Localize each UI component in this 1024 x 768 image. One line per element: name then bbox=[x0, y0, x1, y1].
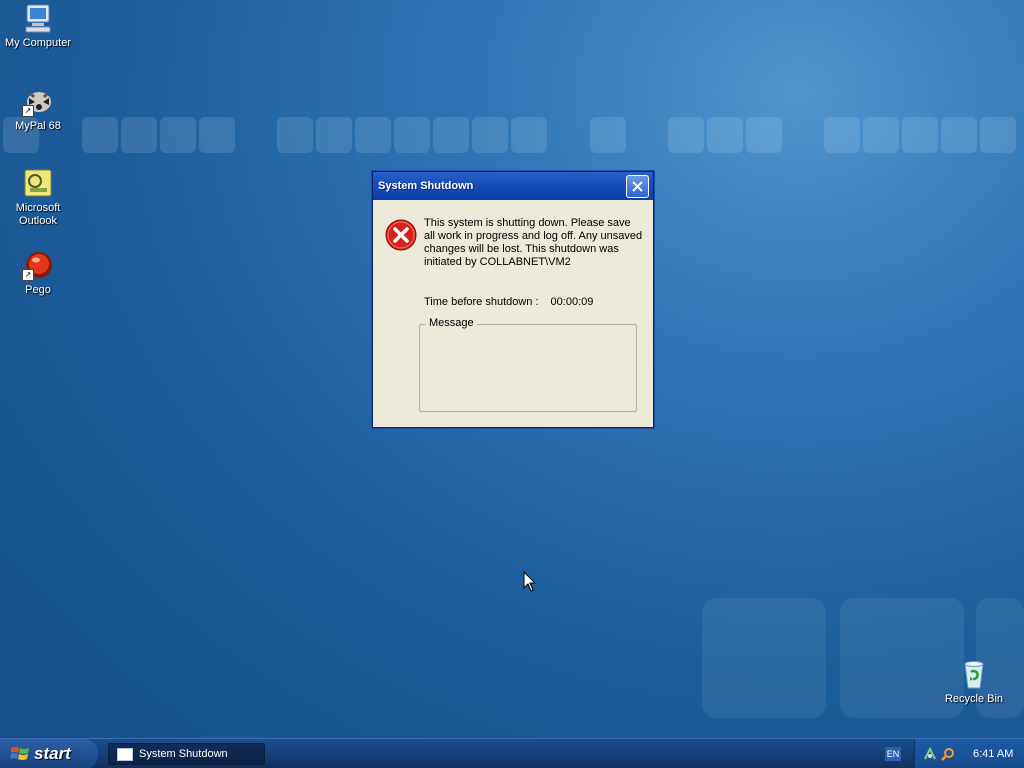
message-group: Message bbox=[419, 317, 637, 412]
desktop-icon-recycle-bin[interactable]: Recycle Bin bbox=[936, 658, 1012, 706]
mypal-icon: ↗ bbox=[22, 85, 54, 117]
error-icon bbox=[385, 219, 417, 256]
taskbar-item-label: System Shutdown bbox=[139, 748, 228, 760]
close-icon bbox=[632, 180, 643, 192]
desktop-icon-outlook[interactable]: Microsoft Outlook bbox=[0, 167, 76, 228]
start-label: start bbox=[34, 744, 71, 763]
my-computer-icon bbox=[22, 2, 54, 34]
clock[interactable]: 6:41 AM bbox=[973, 748, 1013, 760]
desktop-icon-pego[interactable]: ↗ Pego bbox=[0, 249, 76, 297]
dialog-titlebar[interactable]: System Shutdown bbox=[373, 172, 653, 200]
windows-logo-icon bbox=[10, 747, 29, 760]
shutdown-message: This system is shutting down. Please sav… bbox=[424, 217, 643, 268]
desktop-icon-label: MyPal 68 bbox=[15, 120, 61, 132]
recycle-bin-icon bbox=[958, 658, 990, 690]
dialog-body: This system is shutting down. Please sav… bbox=[373, 200, 653, 426]
desktop-decoration bbox=[0, 117, 1024, 154]
outlook-icon bbox=[22, 167, 54, 199]
taskbar-item-system-shutdown[interactable]: System Shutdown bbox=[108, 743, 265, 765]
close-button[interactable] bbox=[626, 174, 649, 198]
taskbar: start System Shutdown EN 6:41 AM bbox=[0, 738, 1024, 768]
language-indicator[interactable]: EN bbox=[885, 747, 901, 761]
time-label: Time before shutdown : bbox=[424, 296, 539, 308]
desktop-icon-label: Pego bbox=[25, 284, 51, 296]
window-icon bbox=[117, 747, 133, 761]
desktop-icon-mypal[interactable]: ↗ MyPal 68 bbox=[0, 85, 76, 133]
network-icon[interactable] bbox=[923, 747, 937, 761]
desktop-icon-label: Microsoft Outlook bbox=[15, 202, 61, 227]
shutdown-dialog: System Shutdown This system is shutting … bbox=[372, 171, 654, 428]
shortcut-arrow-icon: ↗ bbox=[22, 105, 34, 117]
search-icon[interactable] bbox=[941, 747, 955, 761]
desktop-decoration-square bbox=[702, 598, 826, 718]
shortcut-arrow-icon: ↗ bbox=[22, 269, 34, 281]
start-button[interactable]: start bbox=[0, 739, 98, 768]
time-value: 00:00:09 bbox=[550, 296, 594, 308]
pego-icon: ↗ bbox=[22, 249, 54, 281]
time-before-shutdown: Time before shutdown : 00:00:09 bbox=[424, 296, 593, 308]
desktop-icon-label: My Computer bbox=[4, 37, 72, 49]
desktop-icon-label: Recycle Bin bbox=[944, 693, 1004, 705]
mouse-pointer-icon bbox=[523, 570, 537, 598]
system-tray: 6:41 AM bbox=[914, 739, 1024, 768]
message-group-label: Message bbox=[426, 317, 477, 329]
desktop-icon-my-computer[interactable]: My Computer bbox=[0, 2, 76, 50]
dialog-title: System Shutdown bbox=[378, 180, 474, 192]
